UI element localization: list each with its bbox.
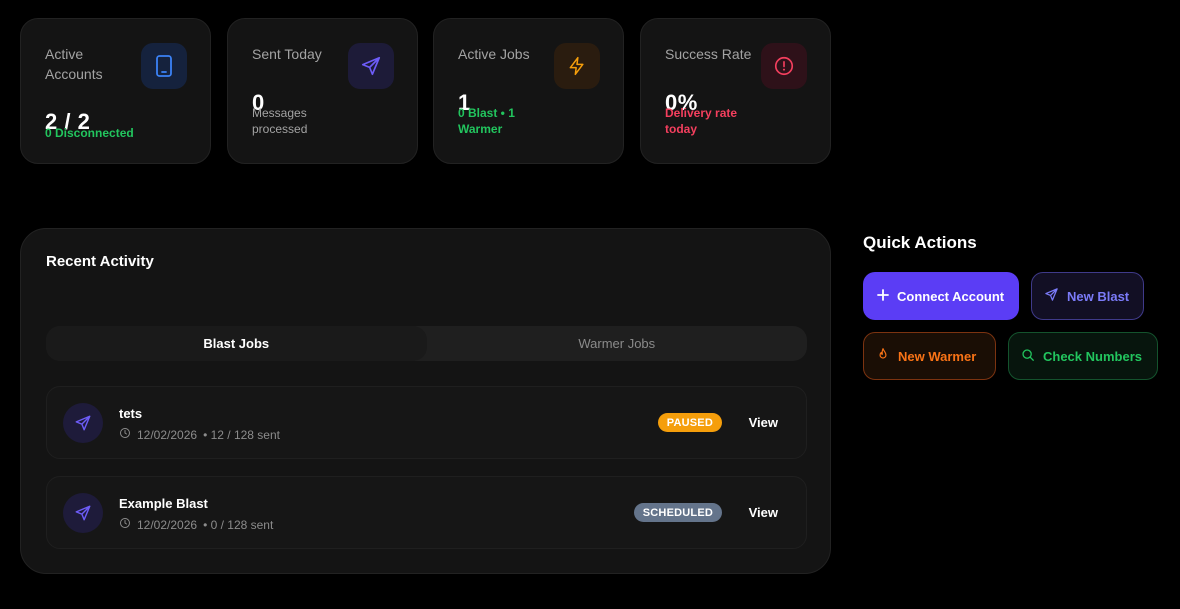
job-meta: 12/02/2026 • 12 / 128 sent	[119, 427, 280, 442]
stat-card-active-jobs: Active Jobs 1 0 Blast • 1 Warmer	[433, 18, 624, 164]
stat-card-sent-today: Sent Today 0 Messages processed	[227, 18, 418, 164]
job-meta: 12/02/2026 • 0 / 128 sent	[119, 517, 273, 532]
view-button[interactable]: View	[749, 415, 778, 430]
phone-icon	[141, 43, 187, 89]
stat-card-active-accounts: Active Accounts 2 / 2 0 Disconnected	[20, 18, 211, 164]
job-date: 12/02/2026	[137, 427, 198, 442]
quick-actions-title: Quick Actions	[863, 233, 977, 252]
status-badge: SCHEDULED	[633, 503, 722, 522]
send-icon	[63, 493, 103, 533]
view-button[interactable]: View	[749, 505, 778, 520]
job-progress: • 12 / 128 sent	[203, 427, 280, 442]
stat-sub: 0 Blast • 1 Warmer	[458, 106, 515, 136]
stat-label: Active Accounts	[45, 46, 103, 82]
tab-warmer-jobs[interactable]: Warmer Jobs	[427, 326, 808, 361]
tab-blast-jobs[interactable]: Blast Jobs	[46, 326, 427, 361]
send-icon	[63, 403, 103, 443]
table-row: Example Blast 12/02/2026 • 0 / 128 sent …	[46, 476, 807, 549]
send-icon	[1044, 287, 1059, 305]
stat-card-success-rate: Success Rate 0% Delivery rate today	[640, 18, 831, 164]
send-icon	[348, 43, 394, 89]
job-progress: • 0 / 128 sent	[203, 517, 274, 532]
new-warmer-button[interactable]: New Warmer	[863, 332, 996, 380]
job-name: Example Blast	[119, 496, 208, 511]
check-numbers-button[interactable]: Check Numbers	[1008, 332, 1158, 380]
alert-circle-icon	[761, 43, 807, 89]
stat-sub: Delivery rate today	[665, 106, 738, 136]
stat-label: Sent Today	[252, 46, 322, 62]
stat-sub: 0 Disconnected	[45, 126, 134, 140]
connect-account-button[interactable]: Connect Account	[863, 272, 1019, 320]
button-label: New Warmer	[898, 348, 977, 364]
button-label: Connect Account	[897, 288, 1005, 304]
stat-label: Success Rate	[665, 46, 752, 62]
clock-icon	[119, 517, 131, 532]
button-label: New Blast	[1067, 288, 1130, 304]
job-name: tets	[119, 406, 143, 421]
flame-icon	[876, 347, 890, 365]
new-blast-button[interactable]: New Blast	[1031, 272, 1144, 320]
clock-icon	[119, 427, 131, 442]
search-icon	[1021, 348, 1035, 365]
lightning-icon	[554, 43, 600, 89]
button-label: Check Numbers	[1043, 348, 1142, 364]
recent-activity-panel: Recent Activity Blast Jobs Warmer Jobs t…	[20, 228, 831, 574]
stat-sub: Messages processed	[252, 106, 308, 136]
stat-label: Active Jobs	[458, 46, 530, 62]
panel-title: Recent Activity	[46, 253, 154, 270]
plus-icon	[877, 288, 889, 304]
job-date: 12/02/2026	[137, 517, 198, 532]
table-row: tets 12/02/2026 • 12 / 128 sent PAUSED V…	[46, 386, 807, 459]
job-tabs: Blast Jobs Warmer Jobs	[46, 326, 807, 361]
status-badge: PAUSED	[657, 413, 722, 432]
